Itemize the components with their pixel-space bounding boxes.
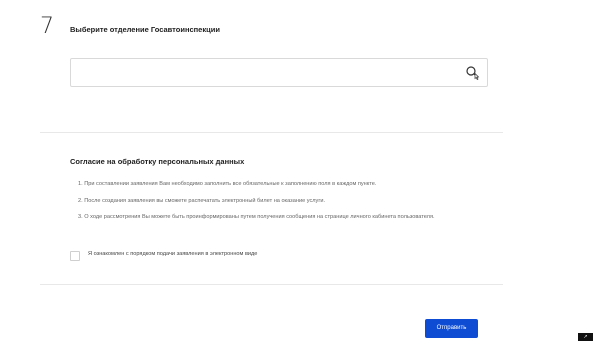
- agreement-checkbox[interactable]: [70, 251, 80, 261]
- section-divider-bottom: [40, 284, 503, 285]
- consent-item-3: 3. О ходе рассмотрения Вы можете быть пр…: [78, 214, 435, 220]
- search-icon[interactable]: [465, 65, 481, 81]
- consent-title: Согласие на обработку персональных данны…: [70, 157, 245, 166]
- consent-item-2: 2. После создания заявления вы сможете р…: [78, 198, 326, 204]
- step-number: 7: [40, 14, 54, 39]
- agreement-checkbox-label[interactable]: Я ознакомлен с порядком подачи заявления…: [88, 251, 257, 257]
- department-search-input[interactable]: [70, 58, 488, 87]
- consent-item-1: 1. При составлении заявления Вам необход…: [78, 181, 377, 187]
- section-divider-top: [40, 132, 503, 133]
- submit-button[interactable]: Отправить: [425, 319, 478, 338]
- step-title: Выберите отделение Госавтоинспекции: [70, 25, 220, 34]
- bookmarklet-icon[interactable]: ↗: [578, 333, 593, 341]
